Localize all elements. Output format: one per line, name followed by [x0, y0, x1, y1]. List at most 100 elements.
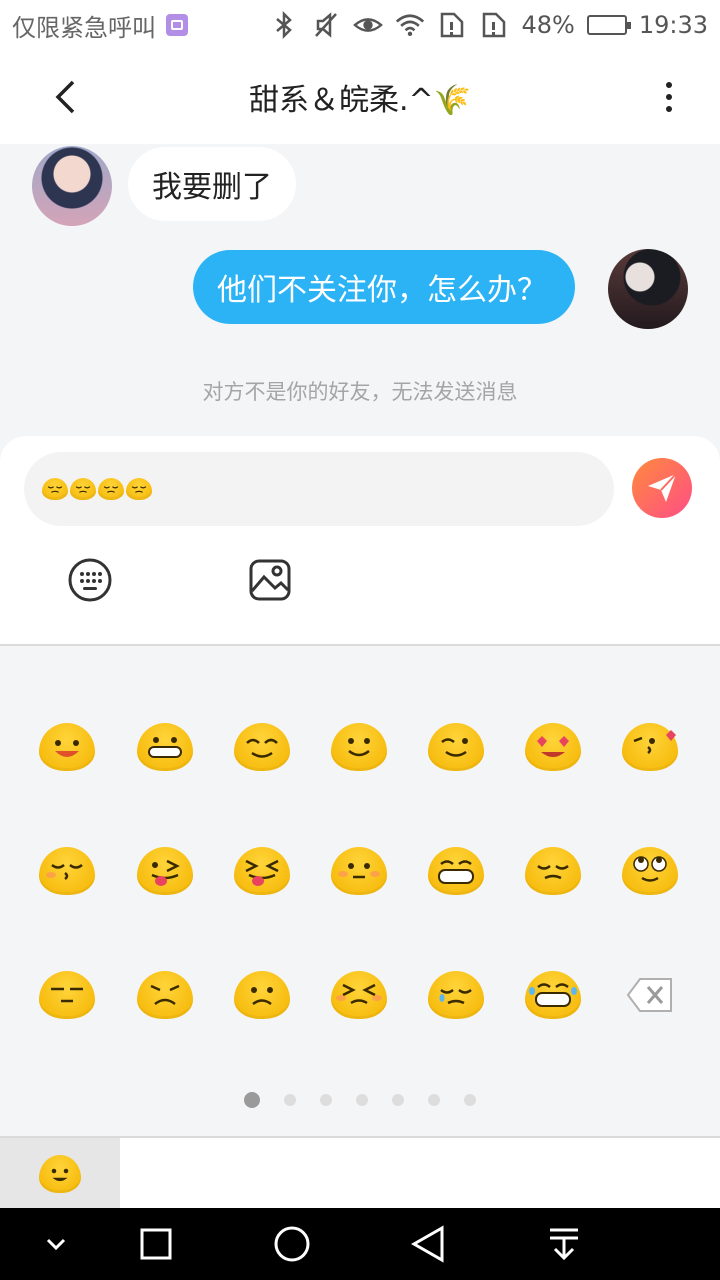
emoji-key-smiling-face[interactable]: [32, 712, 102, 782]
page-dot[interactable]: [320, 1094, 332, 1106]
emoji-key-persevering-face[interactable]: [324, 960, 394, 1030]
system-notice: 对方不是你的好友，无法发送消息: [202, 380, 518, 404]
emoji-key-worried-face[interactable]: [130, 960, 200, 1030]
emoji-key-big-grin-face[interactable]: [421, 836, 491, 906]
anime-girl-avatar[interactable]: [32, 146, 112, 226]
image-icon: [249, 559, 291, 601]
triangle-back-icon: [410, 1225, 444, 1263]
emoji-key-disappointed-face[interactable]: [518, 836, 588, 906]
emoji-key-unamused-face[interactable]: [32, 960, 102, 1030]
notification-pull-button[interactable]: [540, 1220, 588, 1268]
status-icons: 48% 19:33: [269, 10, 708, 40]
page-dot[interactable]: [464, 1094, 476, 1106]
heart-eyes-face-icon: [525, 723, 581, 771]
page-dot[interactable]: [244, 1092, 260, 1108]
smiling-face-icon: [39, 723, 95, 771]
disappointed-face-icon: [525, 847, 581, 895]
sad-face-icon: [234, 971, 290, 1019]
emoji-key-sad-face[interactable]: [227, 960, 297, 1030]
more-dot-icon: [666, 106, 672, 112]
keyboard-toggle-button[interactable]: [66, 556, 114, 604]
emoji-key-neutral-blush-face[interactable]: [324, 836, 394, 906]
emoji-key-tongue-wink-face[interactable]: [130, 836, 200, 906]
kissing-face-icon: [39, 847, 95, 895]
eye-icon: [353, 10, 384, 40]
sim-alert-icon: [437, 10, 467, 40]
emoji-key-squinting-tongue-face[interactable]: [227, 836, 297, 906]
emoji-key-crying-face[interactable]: [421, 960, 491, 1030]
sprout-icon: 🌾: [433, 83, 472, 118]
winking-face-icon: [428, 723, 484, 771]
rolling-eyes-face-icon: [622, 847, 678, 895]
message-list[interactable]: 我要删了 他们不关注你，怎么办？ 对方不是你的好友，无法发送消息: [0, 144, 720, 436]
hide-nav-button[interactable]: [32, 1220, 80, 1268]
composer-panel: [0, 436, 720, 646]
paper-plane-icon: [648, 473, 677, 502]
emoji-tabbar: [0, 1136, 720, 1210]
carrier-label: 仅限紧急呼叫: [12, 13, 156, 42]
page-dot[interactable]: [392, 1094, 404, 1106]
disappointed-face-icon: [42, 478, 68, 500]
clock: 19:33: [638, 11, 708, 39]
emoji-tab-smileys[interactable]: [0, 1138, 120, 1210]
emoji-key-rolling-eyes-face[interactable]: [615, 836, 685, 906]
gallery-notification-icon: [166, 14, 188, 36]
persevering-face-icon: [331, 971, 387, 1019]
backspace-icon: [626, 978, 672, 1012]
chat-title: 甜系＆皖柔.^🌾: [249, 75, 471, 119]
neutral-blush-face-icon: [331, 847, 387, 895]
emoji-key-kissing-face[interactable]: [32, 836, 102, 906]
page-indicator: [0, 1092, 720, 1108]
smiling-eyes-face-icon: [234, 723, 290, 771]
emoji-key-laugh-tears-face[interactable]: [518, 960, 588, 1030]
kissing-heart-face-icon: [622, 723, 678, 771]
sim-alert-icon: [479, 10, 509, 40]
recents-button[interactable]: [132, 1220, 180, 1268]
worried-face-icon: [137, 971, 193, 1019]
emoji-key-kissing-heart-face[interactable]: [615, 712, 685, 782]
smiling-face-icon: [39, 1155, 81, 1193]
message-bubble-sent[interactable]: 他们不关注你，怎么办？: [193, 250, 575, 324]
disappointed-face-icon: [126, 478, 152, 500]
back-nav-button[interactable]: [404, 1220, 452, 1268]
emoji-key-grinning-face[interactable]: [130, 712, 200, 782]
emoji-key-heart-eyes-face[interactable]: [518, 712, 588, 782]
message-bubble-received[interactable]: 我要删了: [128, 147, 296, 221]
chevron-down-icon: [46, 1238, 66, 1251]
page-dot[interactable]: [428, 1094, 440, 1106]
squinting-tongue-face-icon: [234, 847, 290, 895]
bluetooth-icon: [269, 10, 299, 40]
chevron-left-icon: [55, 80, 75, 114]
laugh-tears-face-icon: [525, 971, 581, 1019]
pull-down-icon: [550, 1228, 578, 1261]
chat-title-text: 甜系＆皖柔.^: [248, 83, 434, 118]
page-dot[interactable]: [356, 1094, 368, 1106]
square-icon: [140, 1228, 172, 1260]
grinning-face-icon: [137, 723, 193, 771]
tongue-wink-face-icon: [137, 847, 193, 895]
battery-percent: 48%: [521, 11, 575, 39]
emoji-key-smiling-eyes-face[interactable]: [227, 712, 297, 782]
emoji-key-winking-face[interactable]: [421, 712, 491, 782]
back-button[interactable]: [40, 72, 90, 122]
emoji-panel: [0, 646, 720, 1136]
more-dot-icon: [666, 82, 672, 88]
wifi-icon: [395, 10, 425, 40]
keyboard-icon: [68, 558, 112, 602]
crying-face-icon: [428, 971, 484, 1019]
send-button[interactable]: [632, 458, 692, 518]
status-bar: 仅限紧急呼叫 48% 19:33: [0, 0, 720, 50]
message-input[interactable]: [24, 452, 614, 526]
battery-icon: [586, 15, 631, 35]
emoji-key-slight-smile-face[interactable]: [324, 712, 394, 782]
masked-boy-avatar[interactable]: [608, 249, 688, 329]
chat-header: 甜系＆皖柔.^🌾: [0, 50, 720, 144]
delete-button[interactable]: [615, 960, 685, 1030]
more-options-button[interactable]: [644, 72, 694, 122]
circle-icon: [274, 1226, 310, 1262]
disappointed-face-icon: [98, 478, 124, 500]
home-button[interactable]: [268, 1220, 316, 1268]
slight-smile-face-icon: [331, 723, 387, 771]
image-picker-button[interactable]: [246, 556, 294, 604]
page-dot[interactable]: [284, 1094, 296, 1106]
